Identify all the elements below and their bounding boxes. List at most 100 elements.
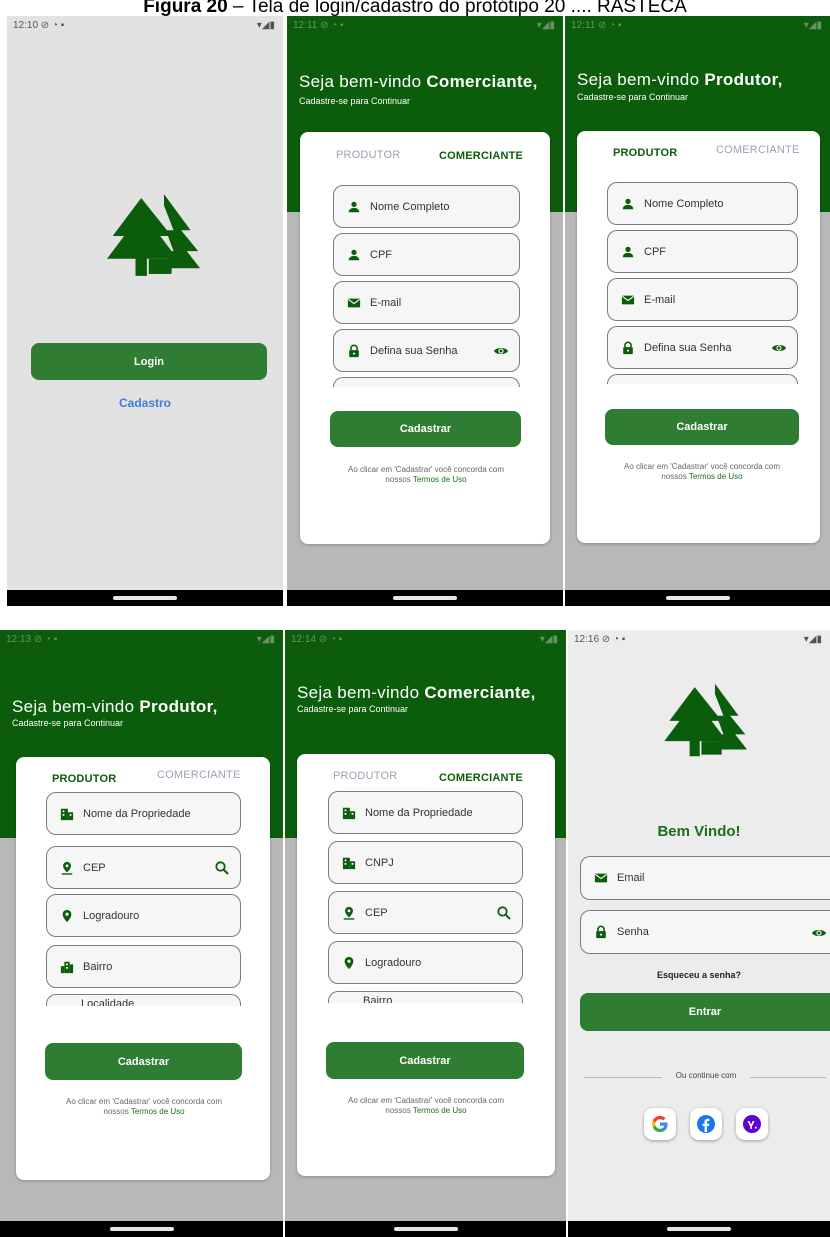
welcome-subtitle: Cadastre-se para Continuar: [12, 718, 124, 728]
email-field[interactable]: Email: [580, 856, 830, 900]
screen-register-produtor-address: 12:13 ⊘ ◔ ▪ ▾◢▮ Seja bem-vindo Produtor, …: [0, 630, 283, 1237]
home-indicator[interactable]: [667, 1227, 731, 1231]
screen-splash: 12:10 ⊘ ◔ ▪ ▾◢▮ Login Cadastro: [7, 16, 283, 606]
terms-text: Ao clicar em 'Cadastrar' você concorda c…: [347, 1096, 504, 1115]
city-icon: [59, 959, 75, 975]
logradouro-field[interactable]: Logradouro: [328, 941, 523, 984]
mail-icon: [620, 292, 636, 308]
welcome-subtitle: Cadastre-se para Continuar: [297, 704, 409, 714]
email-field[interactable]: E-mail: [607, 278, 798, 321]
screen-register-comerciante: 12:11 ⊘ ◔ ▪ ▾◢▮ Seja bem-vindo Comerciant…: [287, 16, 563, 606]
cadastrar-button[interactable]: Cadastrar: [330, 411, 521, 447]
terms-link[interactable]: Termos de Uso: [413, 475, 467, 484]
search-icon[interactable]: [496, 905, 512, 921]
entrar-button[interactable]: Entrar: [580, 993, 830, 1031]
status-bar: 12:14 ⊘ ◔ ▪ ▾◢▮: [291, 634, 558, 645]
nome-propriedade-field[interactable]: Nome da Propriedade: [46, 792, 241, 835]
lock-icon: [620, 340, 636, 356]
next-field-partial[interactable]: [607, 374, 798, 384]
home-indicator[interactable]: [665, 596, 730, 600]
logradouro-field[interactable]: Logradouro: [46, 894, 241, 937]
person-icon: [346, 199, 362, 215]
forgot-password-link[interactable]: Esqueceu a senha?: [568, 970, 830, 980]
cadastrar-button[interactable]: Cadastrar: [605, 409, 799, 445]
home-indicator[interactable]: [113, 596, 177, 600]
terms-link[interactable]: Termos de Uso: [131, 1107, 185, 1116]
email-field[interactable]: E-mail: [333, 281, 520, 324]
google-login-button[interactable]: [644, 1108, 676, 1140]
tab-produtor[interactable]: PRODUTOR: [52, 773, 116, 785]
tab-comerciante[interactable]: COMERCIANTE: [716, 144, 799, 156]
status-bar: 12:11 ⊘ ◔ ▪ ▾◢▮: [571, 20, 822, 31]
person-icon: [346, 247, 362, 263]
password-field[interactable]: Defina sua Senha: [333, 329, 520, 372]
cnpj-field[interactable]: CNPJ: [328, 841, 523, 884]
cpf-field[interactable]: CPF: [607, 230, 798, 273]
cadastrar-button[interactable]: Cadastrar: [45, 1043, 242, 1080]
password-field[interactable]: Defina sua Senha: [607, 326, 798, 369]
figure-caption: Figura 20 – Tela de login/cadastro do pr…: [143, 0, 687, 16]
welcome-subtitle: Cadastre-se para Continuar: [577, 92, 689, 102]
home-indicator[interactable]: [393, 596, 457, 600]
localidade-field-partial[interactable]: Localidade: [46, 994, 241, 1006]
divider-text: Ou continue com: [675, 1071, 737, 1080]
home-indicator[interactable]: [393, 1227, 458, 1231]
tab-comerciante[interactable]: COMERCIANTE: [439, 772, 523, 784]
status-bar: 12:13 ⊘ ◔ ▪ ▾◢▮: [6, 634, 275, 645]
status-bar: 12:10 ⊘ ◔ ▪ ▾◢▮: [13, 20, 275, 31]
app-logo: [664, 682, 749, 758]
next-field-partial[interactable]: [333, 377, 520, 387]
pin-icon: [59, 860, 75, 876]
nome-completo-field[interactable]: Nome Completo: [607, 182, 798, 225]
facebook-icon: [697, 1115, 715, 1133]
bairro-field[interactable]: Bairro: [46, 945, 241, 988]
nav-bar: [565, 590, 830, 606]
location-pin-icon: [59, 908, 75, 924]
status-bar: 12:11 ⊘ ◔ ▪ ▾◢▮: [293, 20, 555, 31]
cadastro-link[interactable]: Cadastro: [7, 396, 283, 410]
tab-produtor[interactable]: PRODUTOR: [333, 770, 397, 782]
register-card: PRODUTOR COMERCIANTE Nome Completo CPF E…: [300, 132, 550, 544]
building-icon: [341, 805, 357, 821]
lock-icon: [346, 343, 362, 359]
mail-icon: [346, 295, 362, 311]
eye-icon[interactable]: [493, 343, 509, 359]
building-icon: [59, 806, 75, 822]
bairro-field-partial[interactable]: Bairro: [328, 991, 523, 1003]
nav-bar: [7, 590, 283, 606]
person-icon: [620, 244, 636, 260]
cadastrar-button[interactable]: Cadastrar: [326, 1042, 524, 1079]
eye-icon[interactable]: [771, 340, 787, 356]
person-icon: [620, 196, 636, 212]
register-card: PRODUTOR COMERCIANTE Nome da Propriedade…: [297, 754, 555, 1176]
nav-bar: [287, 590, 563, 606]
google-icon: [651, 1115, 668, 1133]
facebook-login-button[interactable]: [690, 1108, 722, 1140]
terms-text: Ao clicar em 'Cadastrar' você concorda c…: [347, 465, 504, 484]
password-field[interactable]: Senha: [580, 910, 830, 954]
yahoo-icon: [743, 1115, 761, 1133]
terms-link[interactable]: Termos de Uso: [413, 1106, 467, 1115]
tab-produtor[interactable]: PRODUTOR: [336, 149, 400, 161]
welcome-heading: Seja bem-vindo Comerciante,: [297, 683, 536, 702]
cep-field[interactable]: CEP: [328, 891, 523, 934]
yahoo-login-button[interactable]: [736, 1108, 768, 1140]
tab-produtor[interactable]: PRODUTOR: [613, 147, 677, 159]
login-button[interactable]: Login: [31, 343, 267, 380]
tab-comerciante[interactable]: COMERCIANTE: [157, 769, 240, 781]
cep-field[interactable]: CEP: [46, 846, 241, 889]
cpf-field[interactable]: CPF: [333, 233, 520, 276]
divider-left: [584, 1077, 662, 1078]
welcome-heading: Seja bem-vindo Produtor,: [577, 70, 783, 89]
location-pin-icon: [341, 955, 357, 971]
nome-propriedade-field[interactable]: Nome da Propriedade: [328, 791, 523, 834]
eye-icon[interactable]: [811, 925, 827, 941]
search-icon[interactable]: [214, 860, 230, 876]
lock-icon: [593, 924, 609, 940]
terms-link[interactable]: Termos de Uso: [689, 472, 743, 481]
nome-completo-field[interactable]: Nome Completo: [333, 185, 520, 228]
status-bar: 12:16 ⊘ ◔ ▪ ▾◢▮: [574, 634, 822, 645]
home-indicator[interactable]: [109, 1227, 174, 1231]
tab-comerciante[interactable]: COMERCIANTE: [439, 150, 523, 162]
nav-bar: [568, 1221, 830, 1237]
